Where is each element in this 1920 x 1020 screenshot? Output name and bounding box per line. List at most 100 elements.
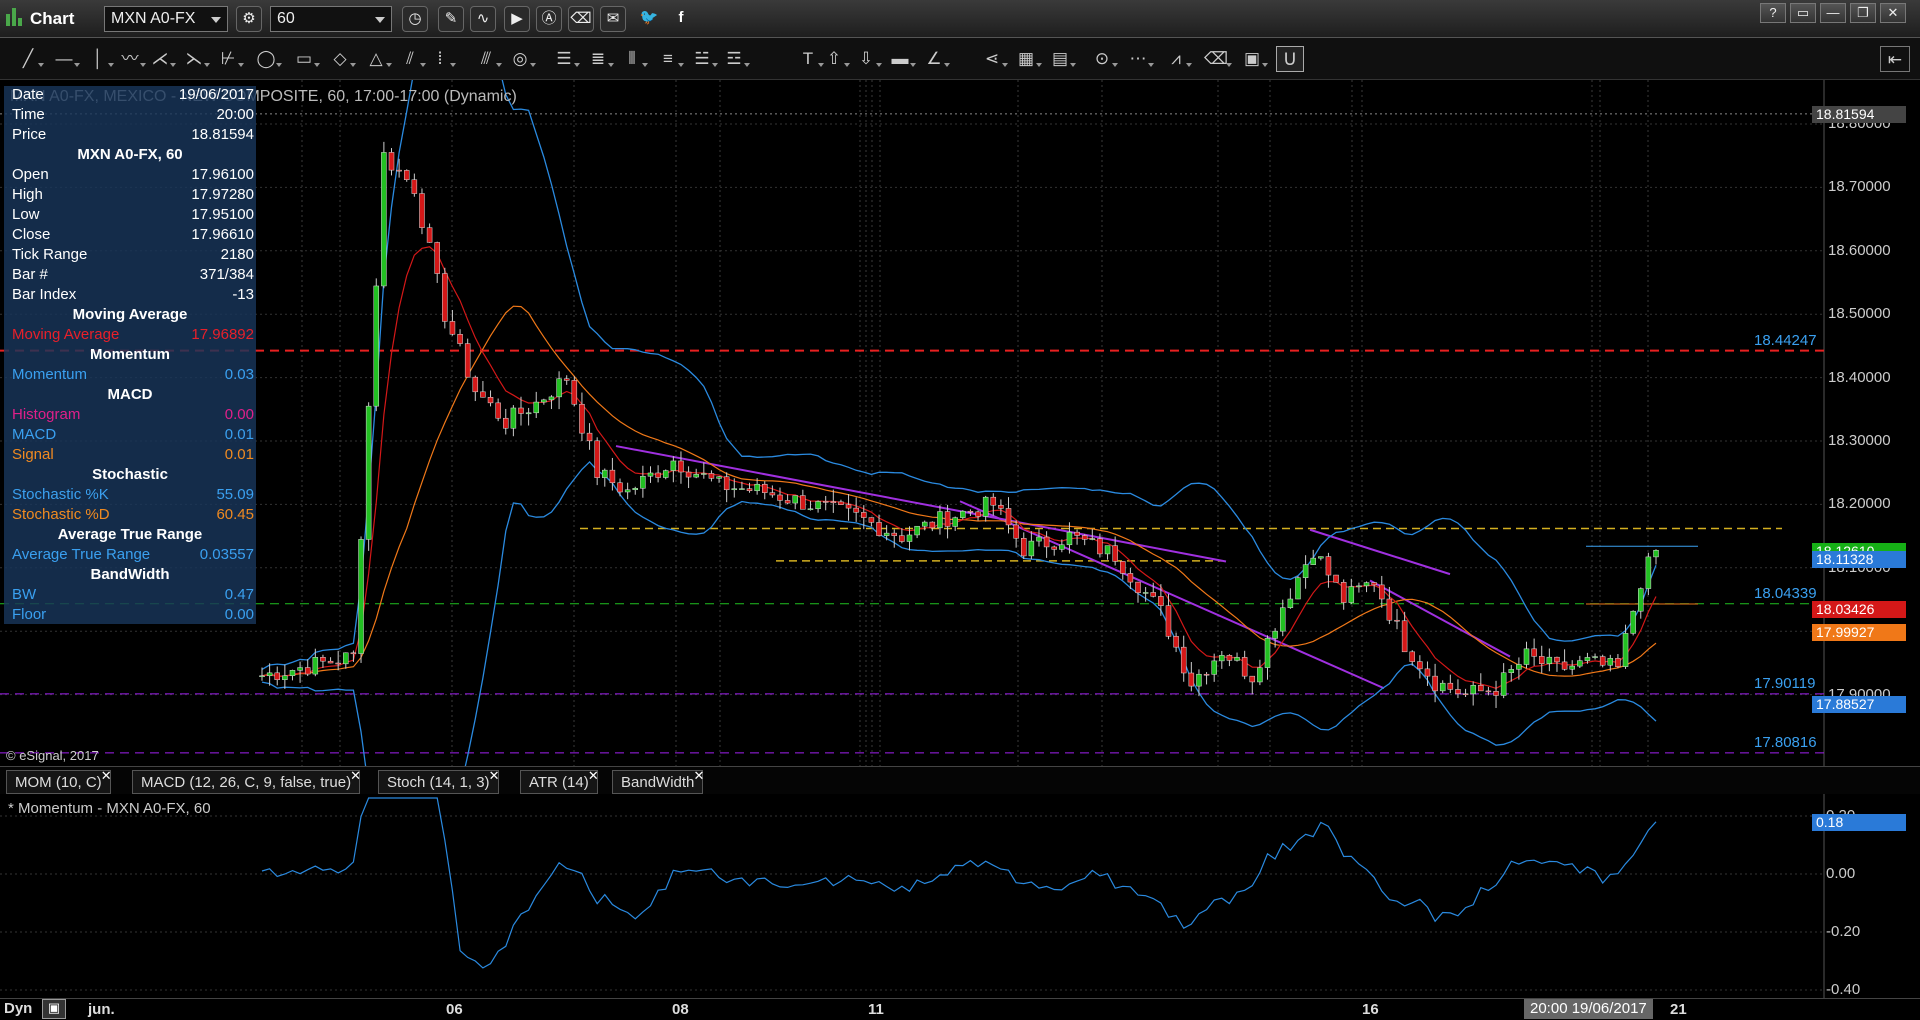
play-icon[interactable]: ▶ bbox=[504, 6, 530, 32]
symbol-input[interactable]: MXN A0-FX bbox=[104, 6, 228, 32]
parallel-lines-tool[interactable]: ⫻ bbox=[472, 46, 502, 72]
data-window-value: 55.09 bbox=[216, 486, 254, 503]
close-icon[interactable]: ✕ bbox=[350, 768, 361, 784]
minimize-button[interactable]: — bbox=[1820, 3, 1846, 23]
eraser-icon[interactable]: ⌫ bbox=[568, 6, 594, 32]
comment-icon[interactable]: ✉ bbox=[600, 6, 626, 32]
twitter-icon[interactable]: 🐦 bbox=[636, 6, 662, 32]
candle-up bbox=[906, 534, 913, 542]
price-tick-label: 18.30000 bbox=[1828, 432, 1891, 449]
candle-down bbox=[1432, 675, 1438, 692]
speed-lines-tool[interactable]: ☱ bbox=[688, 46, 718, 72]
price-chart-pane[interactable] bbox=[0, 80, 1920, 766]
cycle-lines-tool[interactable]: ⦙ bbox=[426, 46, 456, 72]
channel-tool[interactable]: ⫽ bbox=[396, 46, 426, 72]
pencil-icon[interactable]: ✎ bbox=[438, 6, 464, 32]
data-window[interactable]: Date 19/06/2017 Time 20:00 Price 18.81594 MXN … bbox=[4, 86, 256, 624]
interval-input[interactable]: 60 bbox=[270, 6, 392, 32]
indicator-tab[interactable]: Stoch (14, 1, 3) ✕ bbox=[378, 768, 500, 794]
price-chart[interactable] bbox=[0, 80, 1920, 766]
title-bar: Chart MXN A0-FX ⚙ 60 ◷ ✎ ∿ ▶ Ⓐ ⌫ ✉ 🐦 f ?… bbox=[0, 0, 1920, 38]
candle-up bbox=[1607, 658, 1614, 666]
data-window-key: Bar # bbox=[12, 266, 48, 283]
indicator-tab[interactable]: ATR (14) ✕ bbox=[520, 768, 599, 794]
wave-tool[interactable]: ⩘ bbox=[1162, 46, 1192, 72]
marker-tool[interactable]: ▬ bbox=[886, 46, 916, 72]
candle-up bbox=[1310, 557, 1316, 565]
data-window-row: Close 17.96610 bbox=[8, 226, 256, 246]
circles-tool[interactable]: ◎ bbox=[506, 46, 536, 72]
close-icon[interactable]: ✕ bbox=[489, 768, 500, 784]
candle-up bbox=[662, 470, 669, 478]
retracement-tool[interactable]: ≡ bbox=[654, 46, 684, 72]
collapse-toolbar-icon[interactable]: ⇤ bbox=[1880, 46, 1910, 72]
angle-tool[interactable]: ∠ bbox=[920, 46, 950, 72]
zigzag-tool[interactable]: 〰 bbox=[116, 46, 146, 72]
vertical-line-tool[interactable]: │ bbox=[84, 46, 114, 72]
pti-tool[interactable]: ⋯ bbox=[1124, 46, 1154, 72]
candle-down bbox=[762, 483, 768, 493]
close-button[interactable]: ✕ bbox=[1880, 3, 1906, 23]
text-tool[interactable]: T bbox=[794, 46, 824, 72]
fibonacci-tool[interactable]: ☰ bbox=[550, 46, 580, 72]
triangle-tool[interactable]: △ bbox=[362, 46, 392, 72]
candle-down bbox=[1554, 656, 1560, 663]
candle-up bbox=[792, 495, 798, 504]
candle-up bbox=[815, 501, 821, 510]
candle-down bbox=[1394, 619, 1400, 622]
fibonacci-time-tool[interactable]: ⦀ bbox=[618, 46, 648, 72]
indicator-tab[interactable]: MACD (12, 26, C, 9, false, true) ✕ bbox=[132, 768, 361, 794]
chart-wave-icon[interactable]: ∿ bbox=[470, 6, 496, 32]
close-icon[interactable]: ✕ bbox=[693, 768, 704, 784]
indicator-tab[interactable]: MOM (10, C) ✕ bbox=[6, 768, 112, 794]
momentum-pane[interactable]: * Momentum - MXN A0-FX, 60 0.200.00-0.20… bbox=[0, 794, 1920, 998]
andrews-tool[interactable]: ⋖ bbox=[978, 46, 1008, 72]
candle-up bbox=[1356, 585, 1362, 588]
fan-tool[interactable]: ⋋ bbox=[180, 46, 210, 72]
pitchfork-tool[interactable]: ⋌ bbox=[146, 46, 176, 72]
market-profile-tool[interactable]: ▤ bbox=[1046, 46, 1076, 72]
polygon-tool[interactable]: ◇ bbox=[326, 46, 356, 72]
candle-up bbox=[1645, 556, 1652, 589]
candle-down bbox=[1561, 661, 1568, 670]
chevron-down-icon[interactable] bbox=[211, 17, 221, 23]
arrow-down-tool[interactable]: ⇩ bbox=[852, 46, 882, 72]
gear-icon[interactable]: ⚙ bbox=[236, 6, 262, 32]
restore-tile-button[interactable]: ▭ bbox=[1790, 3, 1816, 23]
chevron-down-icon[interactable] bbox=[375, 17, 385, 23]
magnet-tool[interactable]: Ս bbox=[1276, 46, 1304, 72]
data-window-value: 371/384 bbox=[199, 266, 254, 283]
time-axis[interactable]: Dyn ▣ 20:00 19/06/2017 jun. 06 08 11 16 21 bbox=[0, 998, 1920, 1020]
line-value-label: 17.90119 bbox=[1754, 674, 1816, 692]
trendline-tool[interactable]: ╱ bbox=[14, 46, 44, 72]
data-window-row: Price 18.81594 bbox=[8, 126, 256, 146]
help-button[interactable]: ? bbox=[1760, 3, 1786, 23]
grid-tool[interactable]: ▦ bbox=[1012, 46, 1042, 72]
rectangle-tool[interactable]: ▭ bbox=[290, 46, 320, 72]
close-icon[interactable]: ✕ bbox=[588, 768, 599, 784]
candle-down bbox=[1180, 646, 1187, 674]
close-icon[interactable]: ✕ bbox=[101, 768, 112, 784]
gann-fan-tool[interactable]: ⊬ bbox=[214, 46, 244, 72]
clock-icon[interactable]: ◷ bbox=[402, 6, 428, 32]
annotation-tool[interactable]: ▣ bbox=[1238, 46, 1268, 72]
candle-down bbox=[746, 488, 753, 492]
arrow-up-tool[interactable]: ⇧ bbox=[820, 46, 850, 72]
candle-up bbox=[1066, 531, 1073, 546]
camera-icon[interactable]: ▣ bbox=[42, 999, 66, 1019]
regression-tool[interactable]: ☲ bbox=[720, 46, 750, 72]
facebook-icon[interactable]: f bbox=[668, 6, 694, 32]
momentum-chart[interactable] bbox=[0, 794, 1920, 998]
horizontal-line-tool[interactable]: — bbox=[50, 46, 80, 72]
candle-up bbox=[921, 521, 928, 527]
indicator-tab[interactable]: BandWidth ✕ bbox=[612, 768, 704, 794]
clear-drawings-tool[interactable]: ⌫ bbox=[1202, 46, 1232, 72]
fibonacci-extension-tool[interactable]: ≣ bbox=[584, 46, 614, 72]
ellipse-tool[interactable]: ◯ bbox=[252, 46, 282, 72]
maximize-button[interactable]: ❐ bbox=[1850, 3, 1876, 23]
data-window-row: Average True Range 0.03557 bbox=[8, 546, 256, 566]
candle-down bbox=[609, 469, 616, 484]
momentum-tick-label: -0.20 bbox=[1826, 923, 1861, 940]
alert-icon[interactable]: Ⓐ bbox=[536, 6, 562, 32]
time-price-tool[interactable]: ⊙ bbox=[1088, 46, 1118, 72]
